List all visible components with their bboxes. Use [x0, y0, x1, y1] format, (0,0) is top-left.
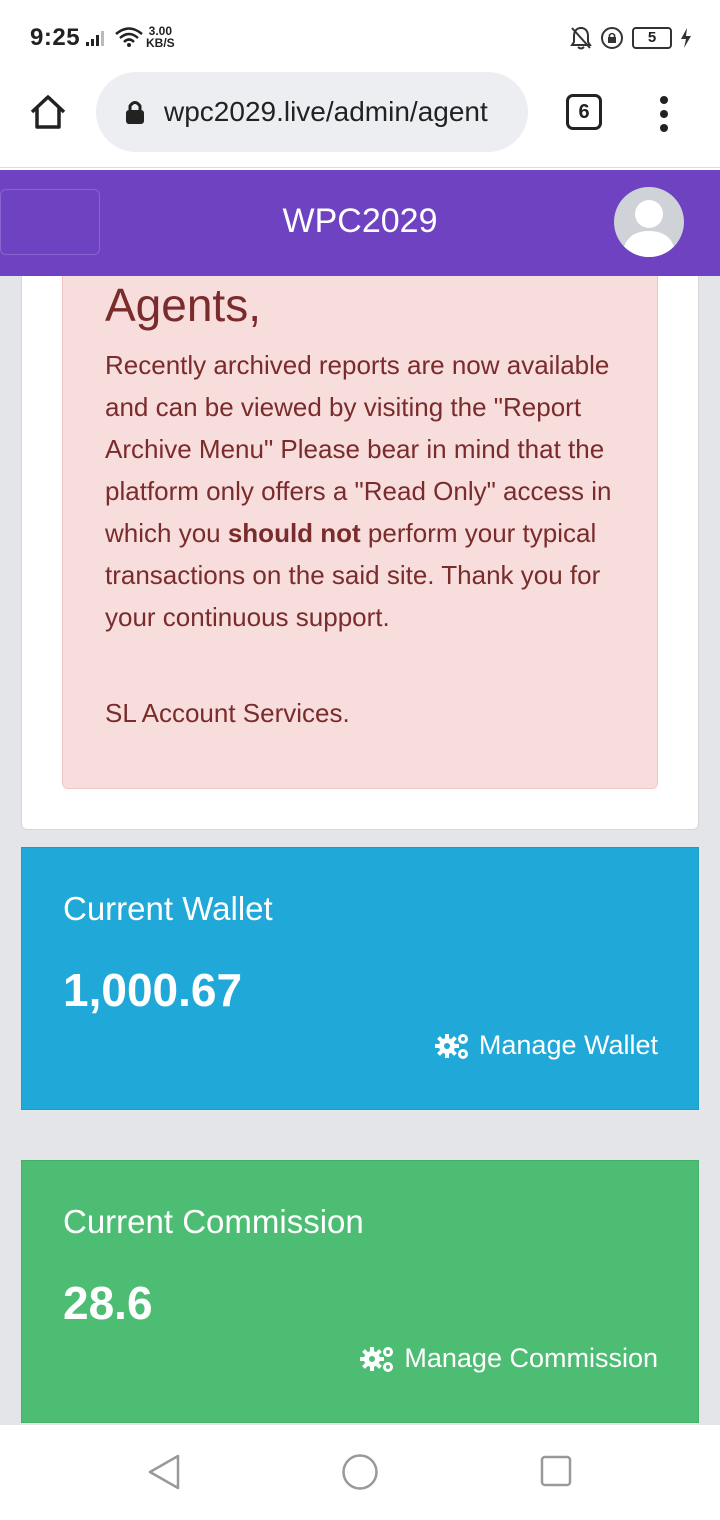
- alert-signature: SL Account Services.: [105, 698, 350, 728]
- tab-count: 6: [578, 101, 590, 123]
- announcement-alert: Agents, Recently archived reports are no…: [62, 276, 658, 789]
- commission-label: Current Commission: [63, 1203, 364, 1240]
- tabs-icon[interactable]: 6: [566, 94, 602, 130]
- status-time: 9:25: [30, 24, 81, 51]
- url-text[interactable]: wpc2029.live/admin/agent: [164, 96, 514, 128]
- app-navbar: WPC2029: [0, 170, 720, 276]
- manage-commission-label[interactable]: Manage Commission: [404, 1343, 658, 1374]
- wallet-value: 1,000.67: [63, 964, 243, 1016]
- alert-body-emphasis: should not: [227, 518, 361, 548]
- cogs-icon: [434, 1033, 468, 1059]
- main-content: Agents, Recently archived reports are no…: [0, 276, 720, 1424]
- back-icon[interactable]: [146, 1453, 182, 1491]
- wallet-label: Current Wallet: [63, 890, 273, 927]
- browser-toolbar: wpc2029.live/admin/agent 6: [0, 72, 720, 168]
- commission-value: 28.6: [63, 1277, 153, 1329]
- system-nav-bar: [0, 1424, 720, 1520]
- bell-off-icon: [570, 26, 592, 50]
- avatar[interactable]: [614, 187, 684, 257]
- commission-card: Current Commission 28.6 Manage Commissio…: [21, 1160, 699, 1423]
- battery-level: 5: [647, 29, 657, 46]
- user-avatar-icon: [622, 200, 676, 257]
- status-icons: 5: [570, 25, 692, 51]
- status-bar: 9:25 3.00 KB/S 5: [0, 0, 720, 72]
- manage-wallet-link[interactable]: Manage Wallet: [434, 1030, 658, 1061]
- manage-wallet-label[interactable]: Manage Wallet: [479, 1030, 658, 1061]
- battery-icon: 5: [632, 27, 672, 49]
- wallet-card: Current Wallet 1,000.67 Manage Wallet: [21, 847, 699, 1110]
- address-bar[interactable]: wpc2029.live/admin/agent: [96, 72, 528, 152]
- alert-body: Recently archived reports are now availa…: [105, 344, 625, 638]
- alert-heading: Agents,: [105, 279, 261, 331]
- notice-card: Agents, Recently archived reports are no…: [21, 276, 699, 830]
- manage-commission-link[interactable]: Manage Commission: [360, 1343, 658, 1374]
- signal-icon: [86, 31, 104, 46]
- wifi-icon: [115, 27, 143, 47]
- charging-icon: [681, 28, 691, 48]
- lock-icon: [126, 101, 144, 124]
- net-speed-unit: KB/S: [146, 36, 175, 50]
- brand-title[interactable]: WPC2029: [0, 202, 720, 241]
- home-icon[interactable]: [28, 92, 68, 132]
- recents-icon[interactable]: [540, 1455, 572, 1487]
- network-speed: 3.00 KB/S: [146, 25, 175, 49]
- rotation-lock-icon: [601, 27, 623, 49]
- cogs-icon: [360, 1346, 394, 1372]
- more-vert-icon[interactable]: [652, 94, 676, 134]
- home-circle-icon[interactable]: [341, 1453, 379, 1491]
